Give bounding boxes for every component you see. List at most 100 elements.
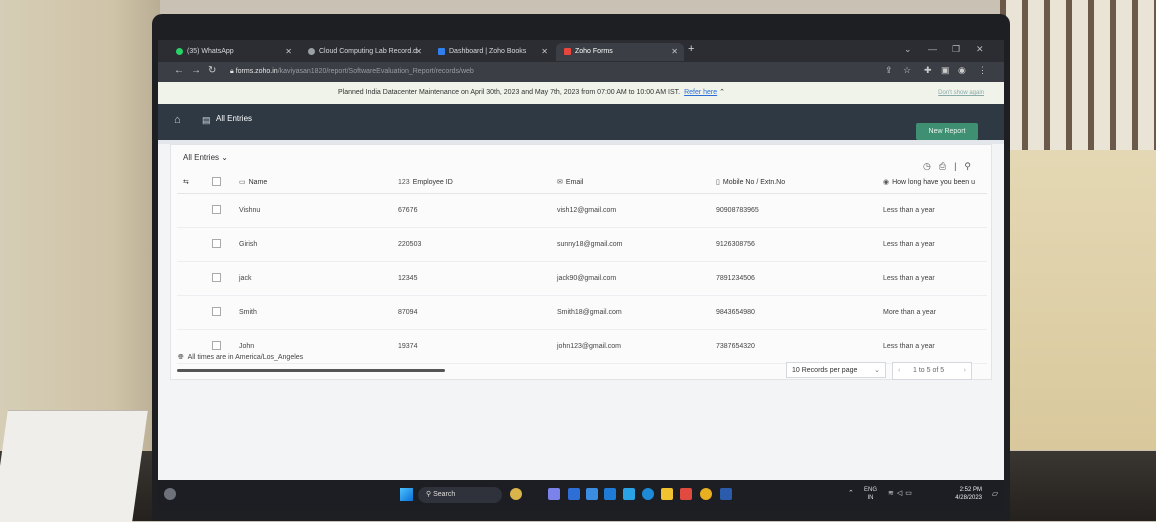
tab-zoho-books[interactable]: Dashboard | Zoho Books ✕ xyxy=(430,43,554,61)
sidebar-icon[interactable]: ▣ xyxy=(941,65,950,76)
reload-icon[interactable]: ↻ xyxy=(208,65,216,76)
row-checkbox[interactable] xyxy=(212,239,221,248)
search-icon[interactable]: ⚲ xyxy=(964,161,979,171)
row-checkbox[interactable] xyxy=(212,307,221,316)
taskbar-search[interactable]: ⚲ Search xyxy=(418,487,502,503)
taskbar-clock[interactable]: 2:52 PM 4/28/2023 xyxy=(955,486,982,502)
row-checkbox[interactable] xyxy=(212,205,221,214)
cell-duration: Less than a year xyxy=(877,261,987,296)
column-name[interactable]: ▭ Name xyxy=(233,171,392,194)
paper-sheet xyxy=(0,410,148,522)
home-icon[interactable]: ⌂ xyxy=(174,114,181,126)
new-report-button[interactable]: New Report xyxy=(916,123,978,140)
table-row[interactable]: Girish 220503 sunny18@gmail.com 91263087… xyxy=(177,227,987,262)
close-icon[interactable]: ✕ xyxy=(285,43,292,61)
share-icon[interactable]: ⇪ xyxy=(885,65,893,76)
teams-icon[interactable] xyxy=(548,488,560,500)
table-row[interactable]: Smith 87094 Smith18@gmail.com 9843654980… xyxy=(177,295,987,330)
clock-icon[interactable]: ◷ xyxy=(923,161,939,171)
system-tray[interactable]: ≋◁▭ xyxy=(888,489,915,497)
horizontal-scrollbar[interactable] xyxy=(177,369,445,372)
notice-message: Planned India Datacenter Maintenance on … xyxy=(338,89,681,96)
office-icon[interactable] xyxy=(680,488,692,500)
column-settings-icon[interactable]: ⇆ xyxy=(177,171,206,194)
notification-icon[interactable]: ▱ xyxy=(992,489,998,498)
start-button[interactable] xyxy=(400,488,413,501)
column-mobile[interactable]: ▯ Mobile No / Extn.No xyxy=(710,171,877,194)
entries-table: ⇆ ▭ Name 123 Employee ID ✉ Email ▯ Mobile No… xyxy=(177,171,987,364)
cell-mobile: 7387654320 xyxy=(710,329,877,364)
chevron-up-icon[interactable]: ⌃ xyxy=(719,89,725,96)
prev-page-button[interactable]: ‹ xyxy=(898,363,900,379)
chrome-icon[interactable] xyxy=(700,488,712,500)
row-checkbox[interactable] xyxy=(212,273,221,282)
tab-cloud-computing[interactable]: Cloud Computing Lab Record.d ✕ xyxy=(300,43,428,61)
next-page-button[interactable]: › xyxy=(964,363,966,379)
cell-duration: More than a year xyxy=(877,295,987,330)
dismiss-notice-link[interactable]: Don't show again xyxy=(938,82,984,104)
bookmark-star-icon[interactable]: ☆ xyxy=(903,65,911,76)
cell-name: Smith xyxy=(233,295,392,330)
cell-duration: Less than a year xyxy=(877,193,987,228)
column-email[interactable]: ✉ Email xyxy=(551,171,710,194)
url-host: forms.zoho.in xyxy=(235,68,278,75)
refer-here-link[interactable]: Refer here xyxy=(684,89,717,96)
view-selector[interactable]: All Entries ⌄ xyxy=(183,153,228,162)
background-window xyxy=(1000,0,1156,150)
close-icon[interactable]: ✕ xyxy=(415,43,422,61)
lock-icon: 🔒︎ xyxy=(230,68,234,75)
profile-icon[interactable]: ◉ xyxy=(958,65,966,76)
cell-email: john123@gmail.com xyxy=(551,329,710,364)
word-icon[interactable] xyxy=(720,488,732,500)
entries-icon: ▤ xyxy=(202,115,211,125)
files-icon[interactable] xyxy=(586,488,598,500)
menu-icon[interactable]: ⋮ xyxy=(978,65,987,76)
mail-icon[interactable] xyxy=(568,488,580,500)
table-row[interactable]: Vishnu 67676 vish12@gmail.com 9090878396… xyxy=(177,193,987,228)
cell-employee-id: 87094 xyxy=(392,295,551,330)
table-header-row: ⇆ ▭ Name 123 Employee ID ✉ Email ▯ Mobile No… xyxy=(177,171,987,194)
weather-icon[interactable] xyxy=(164,488,176,500)
column-employee-id[interactable]: 123 Employee ID xyxy=(392,171,551,194)
report-panel: All Entries ⌄ ◷⎙|⚲ ⇆ ▭ Name 123 Employee I… xyxy=(170,144,992,380)
radio-icon: ◉ xyxy=(883,179,890,186)
whatsapp-icon xyxy=(176,47,183,55)
language-indicator[interactable]: ENG IN xyxy=(864,486,877,502)
close-icon[interactable]: ✕ xyxy=(541,43,548,61)
store-icon[interactable] xyxy=(604,488,616,500)
task-view-icon[interactable] xyxy=(623,488,635,500)
table-row[interactable]: jack 12345 jack90@gmail.com 7891234506 L… xyxy=(177,261,987,296)
extensions-icon[interactable]: ✚ xyxy=(924,65,932,76)
maintenance-notice: Planned India Datacenter Maintenance on … xyxy=(158,82,1004,104)
close-window-button[interactable]: ✕ xyxy=(976,44,984,55)
new-tab-button[interactable]: + xyxy=(688,43,694,55)
tab-search-icon[interactable]: ⌄ xyxy=(904,44,912,55)
tab-zoho-forms[interactable]: Zoho Forms ✕ xyxy=(556,43,684,61)
minimize-button[interactable]: — xyxy=(928,44,937,54)
forward-icon[interactable]: → xyxy=(191,65,201,76)
chevron-up-icon[interactable]: ⌃ xyxy=(848,489,854,497)
chevron-down-icon: ⌄ xyxy=(874,367,880,374)
back-icon[interactable]: ← xyxy=(174,65,184,76)
background-wall-right xyxy=(1000,150,1156,450)
file-explorer-icon[interactable] xyxy=(661,488,673,500)
cell-mobile: 9126308756 xyxy=(710,227,877,262)
print-icon[interactable]: ⎙ xyxy=(939,161,954,171)
address-bar[interactable]: 🔒︎ forms.zoho.in/kaviyasan1820/report/So… xyxy=(230,65,870,79)
separator: | xyxy=(954,161,965,171)
edge-icon[interactable] xyxy=(642,488,654,500)
select-all-checkbox[interactable] xyxy=(212,176,221,186)
column-duration[interactable]: ◉ How long have you been u xyxy=(877,171,987,194)
maximize-button[interactable]: ❐ xyxy=(952,44,960,55)
page-title: All Entries xyxy=(216,114,253,123)
url-path: /kaviyasan1820/report/SoftwareEvaluation… xyxy=(277,68,474,75)
records-per-page-select[interactable]: 10 Records per page ⌄ xyxy=(786,362,886,378)
phone-icon: ▯ xyxy=(716,179,720,186)
widget-icon[interactable] xyxy=(510,488,522,500)
close-icon[interactable]: ✕ xyxy=(671,43,678,61)
row-checkbox[interactable] xyxy=(212,341,221,350)
wifi-icon: ≋ xyxy=(888,490,897,497)
chevron-down-icon: ⌄ xyxy=(221,153,228,162)
timezone-note: 🌐︎ All times are in America/Los_Angeles xyxy=(178,354,304,361)
tab-whatsapp[interactable]: (35) WhatsApp ✕ xyxy=(168,43,298,61)
